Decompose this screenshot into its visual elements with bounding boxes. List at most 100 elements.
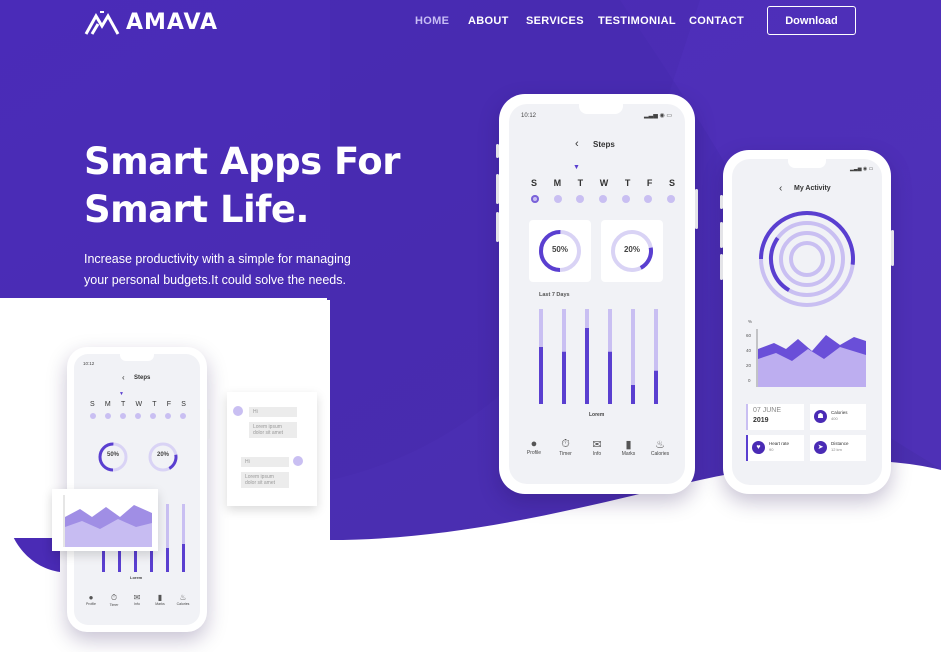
day-dot[interactable] — [105, 413, 111, 419]
day-dot[interactable] — [165, 413, 171, 419]
day-dot[interactable] — [644, 195, 653, 203]
calories-tile[interactable]: ☗ Calories 400 — [810, 404, 866, 430]
bar-fill — [562, 351, 566, 404]
avatar — [293, 456, 303, 466]
top-navigation: AMAVA HOME ABOUT SERVICES TESTIMONIAL CO… — [0, 0, 941, 44]
phone-activity-screen: ▂▃▅ ◉ ▭ ‹ My Activity % 60 40 20 0 07 JU… — [732, 159, 882, 485]
nav-services[interactable]: SERVICES — [526, 15, 584, 27]
day-dot[interactable] — [576, 195, 585, 203]
day-label: F — [166, 401, 172, 408]
y-tick: 0 — [748, 378, 751, 383]
tile-value: 400 — [831, 416, 838, 421]
bar-fill — [539, 347, 543, 404]
day-dot-checked[interactable] — [531, 195, 539, 203]
heart-rate-tile[interactable]: ♥ Heart rate 90 — [746, 435, 804, 461]
day-row: S M T W T F S — [90, 401, 186, 408]
side-button — [891, 230, 894, 266]
tab-timer[interactable]: ⏱ Timer — [103, 593, 125, 607]
ring-card-2: 20% — [601, 220, 663, 282]
chat-message: Hi — [241, 457, 289, 467]
y-unit: % — [748, 319, 753, 324]
side-button — [720, 195, 723, 209]
tab-profile[interactable]: ● Profile — [80, 593, 102, 607]
floating-chart-card — [52, 489, 158, 551]
tab-calories[interactable]: ♨ Calories — [645, 438, 675, 457]
person-icon: ☗ — [814, 410, 827, 423]
timer-icon: ⏱ — [110, 593, 118, 602]
day-label: M — [553, 178, 562, 188]
day-dot[interactable] — [120, 413, 126, 419]
date-day: 07 JUNE — [753, 407, 782, 414]
tile-value: 90 — [769, 447, 774, 452]
day-label: M — [104, 401, 111, 408]
day-dot[interactable] — [135, 413, 141, 419]
back-chevron-icon[interactable]: ‹ — [779, 183, 782, 194]
ring-card-1: 50% — [529, 220, 591, 282]
day-label: W — [135, 401, 143, 408]
tab-bar: ● Profile ⏱ Timer ✉ Info ▮ Marks ♨ Calories — [80, 593, 194, 607]
side-button — [496, 212, 499, 242]
phone-steps-screen: 10:12 ▂▃▅ ◉ ▭ ‹ Steps ▼ S M T W T F S 50… — [509, 104, 685, 484]
ring-value-2: 20% — [156, 452, 169, 458]
brand-name: AMAVA — [126, 9, 219, 35]
brand-logo[interactable]: AMAVA — [84, 8, 218, 36]
bar-fill — [654, 370, 658, 404]
avatar — [233, 406, 243, 416]
status-time: 10:12 — [521, 113, 537, 119]
ring-value-1: 50% — [551, 245, 568, 254]
side-button — [496, 144, 499, 158]
y-tick: 20 — [746, 363, 752, 368]
distance-tile[interactable]: ➤ Distance 12 km — [810, 435, 866, 461]
day-row: S M T W T F S — [531, 178, 675, 188]
tile-label: Heart rate — [769, 441, 790, 446]
day-label: F — [646, 178, 653, 188]
day-label: T — [152, 401, 157, 408]
phone-notch — [788, 159, 826, 168]
nav-home[interactable]: HOME — [415, 15, 449, 27]
day-dot[interactable] — [90, 413, 96, 419]
screen-title: Steps — [134, 375, 151, 381]
bar-fill — [585, 328, 589, 404]
tab-calories[interactable]: ♨ Calories — [172, 593, 194, 607]
day-dot[interactable] — [666, 195, 675, 203]
download-button[interactable]: Download — [767, 6, 856, 35]
tab-marks[interactable]: ▮ Marks — [614, 438, 644, 457]
day-label: T — [120, 401, 126, 408]
screen-title: My Activity — [794, 185, 831, 192]
tab-label: Info — [134, 602, 140, 606]
y-tick: 40 — [746, 348, 752, 353]
day-dot[interactable] — [180, 413, 186, 419]
person-icon: ● — [88, 593, 94, 602]
tab-info[interactable]: ✉ Info — [582, 438, 612, 457]
day-label: T — [624, 178, 631, 188]
tile-label: Calories — [831, 410, 848, 415]
screen-title: Steps — [593, 140, 615, 149]
day-dot[interactable] — [553, 195, 562, 203]
person-icon: ● — [530, 438, 538, 450]
date-tile: 07 JUNE 2019 — [746, 404, 804, 430]
day-dot[interactable] — [621, 195, 630, 203]
nav-contact[interactable]: CONTACT — [689, 15, 744, 27]
phone-activity: ▂▃▅ ◉ ▭ ‹ My Activity % 60 40 20 0 07 JU… — [720, 150, 894, 494]
nav-testimonial[interactable]: TESTIMONIAL — [598, 15, 676, 27]
tab-profile[interactable]: ● Profile — [519, 438, 549, 457]
tab-timer[interactable]: ⏱ Timer — [551, 438, 581, 457]
logo-mark-icon — [84, 11, 120, 35]
tab-marks[interactable]: ▮ Marks — [149, 593, 171, 607]
back-chevron-icon[interactable]: ‹ — [575, 138, 579, 150]
day-label: S — [90, 401, 95, 408]
day-dot[interactable] — [150, 413, 156, 419]
back-chevron-icon[interactable]: ‹ — [122, 373, 125, 382]
tab-info[interactable]: ✉ Info — [126, 593, 148, 607]
y-tick: 60 — [746, 333, 752, 338]
chart-label: Last 7 Days — [539, 292, 570, 298]
side-button — [496, 174, 499, 204]
ring-value-1: 50% — [106, 452, 119, 458]
nav-about[interactable]: ABOUT — [468, 15, 509, 27]
tab-label: Marks — [621, 451, 636, 457]
day-dot[interactable] — [598, 195, 607, 203]
bookmark-icon: ▮ — [625, 439, 632, 451]
day-label: W — [599, 178, 609, 188]
shoe-icon: ➤ — [814, 441, 827, 454]
chat-message: Lorem ipsum dolor sit amet — [241, 472, 289, 488]
